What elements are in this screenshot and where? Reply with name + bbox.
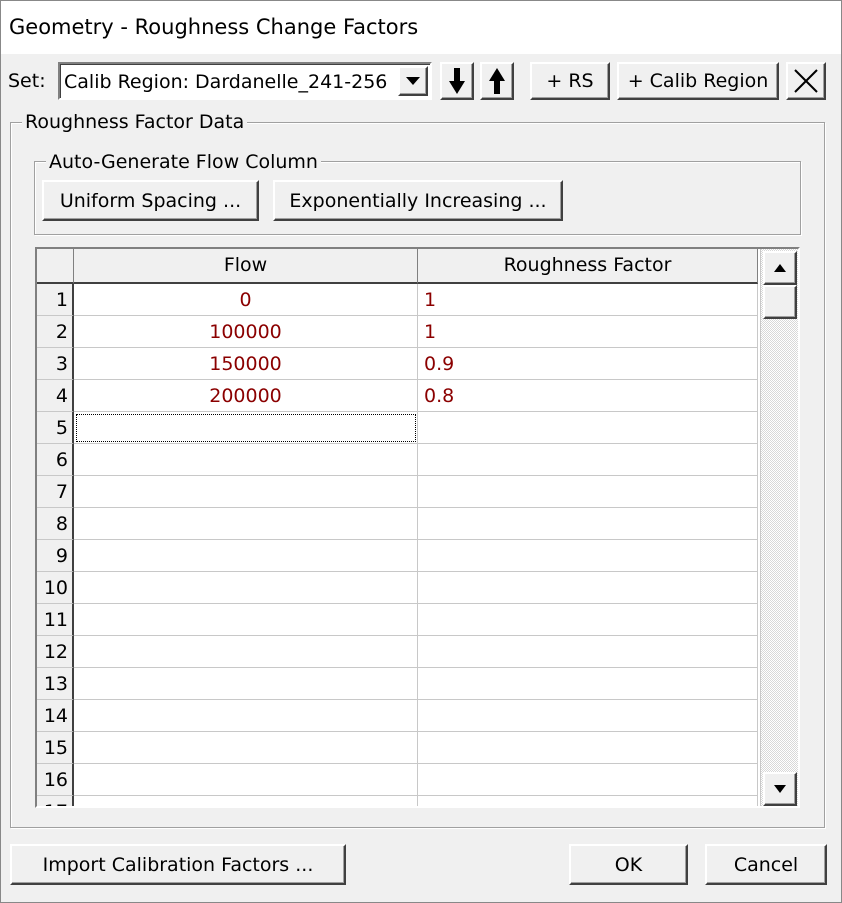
- flow-cell[interactable]: [74, 636, 418, 668]
- flow-cell[interactable]: [74, 412, 418, 444]
- flow-cell[interactable]: [74, 540, 418, 572]
- table-corner: [37, 249, 74, 284]
- set-dropdown-value: Calib Region: Dardanelle_241-256: [64, 71, 388, 93]
- delete-button[interactable]: [786, 62, 826, 100]
- row-number[interactable]: 13: [37, 668, 74, 700]
- row-number[interactable]: 12: [37, 636, 74, 668]
- column-header-flow[interactable]: Flow: [74, 249, 418, 284]
- move-up-button[interactable]: [480, 62, 514, 100]
- flow-cell[interactable]: [74, 476, 418, 508]
- import-calibration-factors-button[interactable]: Import Calibration Factors ...: [10, 844, 346, 885]
- row-number[interactable]: 2: [37, 316, 74, 348]
- roughness-factor-cell[interactable]: [418, 764, 758, 796]
- roughness-factor-cell[interactable]: [418, 508, 758, 540]
- scroll-down-icon: [774, 785, 786, 793]
- roughness-factor-cell[interactable]: [418, 540, 758, 572]
- ok-button[interactable]: OK: [569, 844, 688, 885]
- roughness-factor-cell[interactable]: [418, 412, 758, 444]
- scroll-down-button[interactable]: [763, 772, 797, 806]
- flow-cell[interactable]: 100000: [74, 316, 418, 348]
- flow-cell[interactable]: [74, 764, 418, 796]
- row-number[interactable]: 5: [37, 412, 74, 444]
- exponentially-increasing-button[interactable]: Exponentially Increasing ...: [273, 180, 563, 221]
- column-header-roughness-factor[interactable]: Roughness Factor: [418, 249, 758, 284]
- row-number[interactable]: 9: [37, 540, 74, 572]
- row-number[interactable]: 6: [37, 444, 74, 476]
- row-number[interactable]: 17: [37, 796, 74, 806]
- roughness-factor-cell[interactable]: [418, 572, 758, 604]
- set-dropdown[interactable]: Calib Region: Dardanelle_241-256: [58, 62, 432, 100]
- move-down-button[interactable]: [440, 62, 474, 100]
- auto-generate-group-label: Auto-Generate Flow Column: [46, 151, 321, 173]
- row-number[interactable]: 4: [37, 380, 74, 412]
- flow-cell[interactable]: 200000: [74, 380, 418, 412]
- dropdown-arrow-button[interactable]: [398, 66, 428, 96]
- flow-cell[interactable]: [74, 700, 418, 732]
- row-number[interactable]: 15: [37, 732, 74, 764]
- flow-cell[interactable]: 0: [74, 284, 418, 316]
- set-label: Set:: [8, 70, 46, 92]
- roughness-factor-cell[interactable]: [418, 668, 758, 700]
- vertical-scrollbar[interactable]: [760, 249, 798, 806]
- roughness-factor-cell[interactable]: [418, 476, 758, 508]
- roughness-factor-cell[interactable]: [418, 604, 758, 636]
- window-title: Geometry - Roughness Change Factors: [9, 15, 419, 39]
- roughness-table[interactable]: Flow Roughness Factor 1 0 1 2 100000 1 3 150000…: [35, 247, 800, 808]
- roughness-factor-cell[interactable]: 1: [418, 284, 758, 316]
- roughness-factor-cell[interactable]: 0.9: [418, 348, 758, 380]
- scroll-thumb[interactable]: [763, 285, 797, 319]
- add-calib-region-button[interactable]: + Calib Region: [617, 62, 779, 100]
- add-rs-button[interactable]: + RS: [530, 62, 610, 100]
- roughness-factor-cell[interactable]: [418, 732, 758, 764]
- flow-cell[interactable]: [74, 444, 418, 476]
- row-number[interactable]: 14: [37, 700, 74, 732]
- uniform-spacing-button[interactable]: Uniform Spacing ...: [42, 180, 259, 221]
- roughness-factor-cell[interactable]: [418, 796, 758, 806]
- row-number[interactable]: 10: [37, 572, 74, 604]
- flow-cell[interactable]: [74, 572, 418, 604]
- flow-cell[interactable]: [74, 604, 418, 636]
- flow-cell[interactable]: [74, 732, 418, 764]
- roughness-factor-cell[interactable]: 0.8: [418, 380, 758, 412]
- roughness-factor-group-label: Roughness Factor Data: [22, 111, 248, 133]
- roughness-factor-cell[interactable]: [418, 700, 758, 732]
- roughness-factor-cell[interactable]: [418, 636, 758, 668]
- row-number[interactable]: 16: [37, 764, 74, 796]
- scroll-up-button[interactable]: [763, 251, 797, 285]
- flow-cell[interactable]: [74, 668, 418, 700]
- flow-cell[interactable]: [74, 508, 418, 540]
- flow-cell[interactable]: [74, 796, 418, 806]
- row-number[interactable]: 1: [37, 284, 74, 316]
- chevron-down-icon: [406, 76, 420, 85]
- flow-cell[interactable]: 150000: [74, 348, 418, 380]
- close-icon: [794, 69, 818, 93]
- scroll-up-icon: [774, 264, 786, 272]
- roughness-factor-cell[interactable]: 1: [418, 316, 758, 348]
- row-number[interactable]: 8: [37, 508, 74, 540]
- row-number[interactable]: 7: [37, 476, 74, 508]
- arrow-down-icon: [449, 68, 465, 94]
- row-number[interactable]: 11: [37, 604, 74, 636]
- roughness-factor-cell[interactable]: [418, 444, 758, 476]
- row-number[interactable]: 3: [37, 348, 74, 380]
- cancel-button[interactable]: Cancel: [705, 844, 827, 885]
- title-bar: Geometry - Roughness Change Factors: [0, 0, 842, 54]
- arrow-up-icon: [489, 68, 505, 94]
